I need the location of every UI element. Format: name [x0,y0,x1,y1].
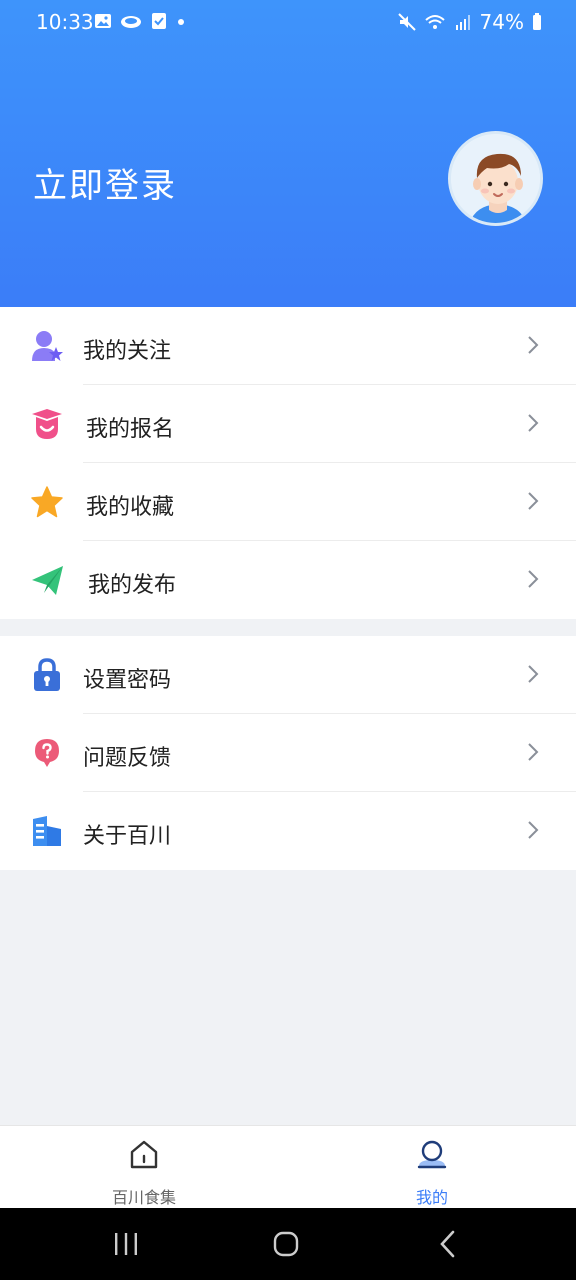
wifi-icon [424,15,445,29]
tab-label: 百川食集 [111,1188,176,1207]
menu-item-registration[interactable]: 我的报名 [0,385,576,463]
menu-item-label: 关于百川 [83,824,172,849]
profile-header: 立即登录 [0,0,576,307]
battery-percent: 74% [479,10,524,34]
back-icon[interactable] [428,1226,468,1262]
chevron-right-icon [528,743,539,761]
menu-group-settings: 设置密码 问题反馈 关于百川 [0,636,576,870]
menu-group-activity: 我的关注 我的报名 我的收藏 我的发布 [0,307,576,619]
tab-label: 我的 [415,1188,448,1207]
chevron-right-icon [528,665,539,683]
home-icon [130,1140,158,1169]
menu-item-set-password[interactable]: 设置密码 [0,636,576,714]
gallery-icon [95,14,111,28]
building-icon [33,816,61,846]
chevron-right-icon [528,492,539,510]
menu-item-favorites[interactable]: 我的收藏 [0,463,576,541]
menu-item-feedback[interactable]: 问题反馈 [0,714,576,792]
bottom-tab-bar: 百川食集 我的 [0,1125,576,1208]
avatar[interactable] [448,131,543,226]
dot-icon [178,19,184,25]
chevron-right-icon [528,570,539,588]
system-nav-bar [0,1208,576,1280]
battery-icon [533,13,541,30]
menu-item-about[interactable]: 关于百川 [0,792,576,870]
mute-icon [397,13,416,31]
tab-home[interactable]: 百川食集 [0,1126,288,1209]
menu-item-label: 我的发布 [88,573,177,598]
menu-item-label: 我的收藏 [86,495,175,520]
graduation-cap-icon [32,409,62,439]
login-link[interactable]: 立即登录 [33,158,177,207]
menu-item-label: 设置密码 [83,668,172,693]
app-notification-icon [121,16,141,28]
menu-item-label: 我的报名 [86,417,175,442]
chevron-right-icon [528,821,539,839]
tab-mine[interactable]: 我的 [288,1126,576,1209]
profile-icon [417,1140,447,1169]
star-icon [31,486,63,518]
question-bubble-icon [35,739,59,767]
checkbox-notification-icon [152,13,166,29]
menu-item-follow[interactable]: 我的关注 [0,307,576,385]
home-button-icon[interactable] [266,1226,306,1262]
menu-item-publish[interactable]: 我的发布 [0,541,576,619]
signal-icon [455,15,470,30]
recent-apps-icon[interactable] [106,1226,146,1262]
menu-item-label: 问题反馈 [83,746,172,771]
lock-icon [34,658,60,691]
paper-plane-icon [32,566,63,595]
menu-item-label: 我的关注 [83,339,172,364]
chevron-right-icon [528,336,539,354]
status-time: 10:33 [36,10,94,34]
status-bar: 10:33 74% [0,0,576,46]
user-star-icon [32,331,63,361]
chevron-right-icon [528,414,539,432]
